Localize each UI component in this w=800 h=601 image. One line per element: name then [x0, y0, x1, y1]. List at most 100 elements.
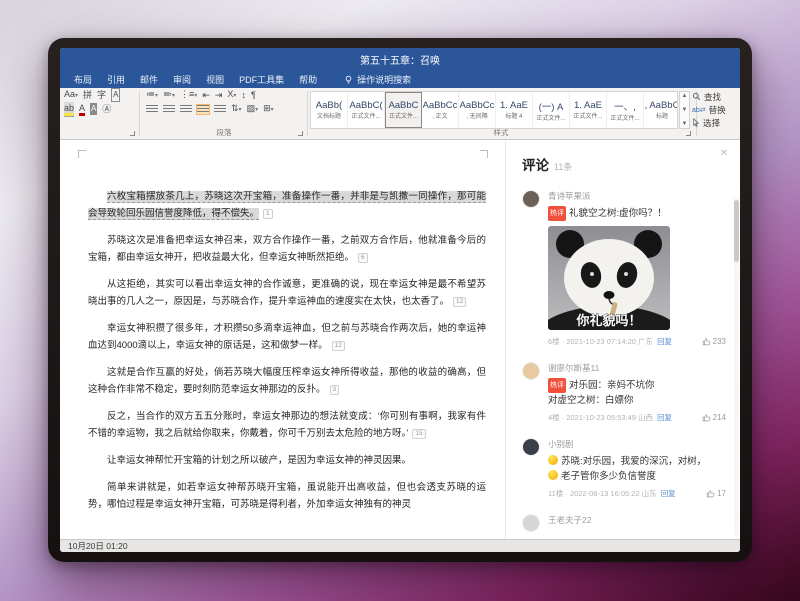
tell-me-search[interactable]: 操作说明搜索	[344, 73, 411, 86]
avatar[interactable]	[522, 190, 540, 208]
bullets-button[interactable]: ≔▾	[146, 88, 158, 102]
taskbar-datetime: 10月20日 01:20	[68, 540, 128, 552]
page-corner-mark	[78, 150, 86, 158]
replace-button[interactable]: ab⇄ 替换	[692, 103, 738, 116]
comment-item: 谢廖尔斯基11热评对乐园：亲妈不坑你对虚空之树：白嫖你4楼 · 2021-10-…	[522, 362, 726, 423]
comment-body: 小别剧苏晓:对乐园，我爱的深沉，对树，老子管你多少负信誉度11楼 · 2022-…	[548, 438, 726, 499]
paragraph-group-label: 段落	[142, 127, 306, 138]
ribbon-tab-视图[interactable]: 视图	[206, 73, 224, 86]
style-sample: AaBbC	[388, 100, 418, 111]
style-gallery-item[interactable]: 1. AaE标题 4	[496, 92, 533, 128]
paragraph-comment-count-badge[interactable]: 12	[332, 341, 345, 351]
find-label: 查找	[704, 91, 721, 103]
gallery-scroll-up-icon[interactable]: ▲	[682, 93, 688, 99]
find-button[interactable]: 查找	[692, 90, 738, 103]
reply-link[interactable]: 回复	[657, 336, 672, 347]
style-gallery-item[interactable]: , AaBbC标题	[644, 92, 678, 128]
font-color-button[interactable]: A	[79, 102, 85, 116]
paragraph-comment-count-badge[interactable]: 6	[358, 253, 368, 263]
style-gallery-item[interactable]: 一、,正式文件...	[607, 92, 644, 128]
align-left-button[interactable]	[146, 105, 158, 114]
comment-username[interactable]: 王老夫子22	[548, 514, 726, 526]
comment-meta: 4楼 · 2021-10-23 05:53:49 山西回复214	[548, 412, 726, 423]
reply-link[interactable]: 回复	[657, 412, 672, 423]
paragraph-comment-count-badge[interactable]: 15	[412, 429, 425, 439]
like-button[interactable]: 17	[706, 489, 726, 498]
avatar[interactable]	[522, 362, 540, 380]
style-gallery-item[interactable]: AaBbC正式文件...	[385, 92, 422, 128]
ribbon-tab-邮件[interactable]: 邮件	[140, 73, 158, 86]
ribbon-tab-审阅[interactable]: 审阅	[173, 73, 191, 86]
paragraph-comment-count-badge[interactable]: 1	[263, 209, 273, 219]
comment-text-line: 苏晓:对乐园，我爱的深沉，对树，	[548, 454, 726, 469]
character-shading-button[interactable]: A	[90, 103, 97, 115]
avatar[interactable]	[522, 514, 540, 532]
style-name: 标题 4	[505, 111, 522, 120]
show-hide-marks-button[interactable]: ¶	[251, 89, 256, 101]
enclose-characters-button[interactable]: Ⓐ	[102, 103, 111, 115]
comment-floor-time-location: 11楼 · 2022-08-13 16:05:22 山东	[548, 488, 657, 499]
scrollbar-thumb[interactable]	[734, 200, 739, 262]
multilevel-list-button[interactable]: ⋮≡▾	[180, 88, 197, 102]
style-gallery-item[interactable]: 1. AaE正式文件...	[570, 92, 607, 128]
align-right-button[interactable]	[180, 105, 192, 114]
reply-link[interactable]: 回复	[661, 488, 676, 499]
decrease-indent-button[interactable]: ⇤	[202, 89, 210, 101]
gallery-scroll-down-icon[interactable]: ▼	[682, 107, 688, 113]
distribute-button[interactable]	[214, 105, 226, 114]
comment-username[interactable]: 小别剧	[548, 438, 726, 450]
like-button[interactable]: 214	[702, 413, 726, 422]
paragraph-comment-count-badge[interactable]: 12	[453, 297, 466, 307]
paragraph-text: 简单来讲就是，如若幸运女神帮苏晓开宝箱，虽说能开出高收益，但也会透支苏晓的运势，…	[88, 482, 486, 510]
comment-body: 谢廖尔斯基11热评对乐园：亲妈不坑你对虚空之树：白嫖你4楼 · 2021-10-…	[548, 362, 726, 423]
comment-username[interactable]: 谢廖尔斯基11	[548, 362, 726, 374]
window-titlebar: 第五十五章：召唤	[60, 48, 740, 70]
like-button[interactable]: 233	[702, 337, 726, 346]
sort-button[interactable]: ↕	[241, 89, 246, 101]
ribbon-tab-帮助[interactable]: 帮助	[299, 73, 317, 86]
style-gallery-item[interactable]: AaBbC(正式文件...	[348, 92, 385, 128]
gallery-more-icon[interactable]: ▼	[682, 121, 688, 127]
styles-dialog-launcher[interactable]	[686, 131, 691, 136]
asian-layout-button[interactable]: X▾	[227, 88, 236, 102]
borders-button[interactable]: ⊞▾	[263, 102, 274, 116]
ribbon-divider	[139, 91, 140, 136]
close-icon[interactable]: ✕	[717, 147, 731, 161]
phonetic-guide-button[interactable]: 拼	[83, 89, 92, 101]
line-spacing-button[interactable]: ⇅▾	[231, 102, 242, 116]
comment-item: 王老夫子22	[522, 514, 726, 532]
paragraph-dialog-launcher[interactable]	[298, 131, 303, 136]
document-paragraph: 从这拒绝，其实可以看出幸运女神的合作诚意，更准确的说，现在幸运女神是最不希望苏晓…	[88, 276, 486, 310]
align-center-button[interactable]	[163, 105, 175, 114]
styles-gallery-scroll: ▲ ▼ ▼	[679, 91, 690, 129]
increase-indent-button[interactable]: ⇥	[215, 89, 223, 101]
system-taskbar: 10月20日 01:20	[60, 539, 740, 552]
change-case-button[interactable]: Aa▾	[64, 88, 78, 102]
comment-image[interactable]: 你礼貌吗！	[548, 226, 670, 330]
numbering-button[interactable]: ≕▾	[163, 88, 175, 102]
paragraph-comment-count-badge[interactable]: 3	[330, 385, 340, 395]
style-gallery-item[interactable]: AaBb(文档标题	[311, 92, 348, 128]
style-gallery-item[interactable]: AaBbCcD(, 正文	[422, 92, 459, 128]
char-scale-button[interactable]: 字	[97, 89, 106, 101]
replace-label: 替换	[709, 104, 726, 116]
style-gallery-item[interactable]: AaBbCcD(, 无间隔	[459, 92, 496, 128]
character-border-button[interactable]: A	[111, 88, 120, 102]
style-name: , 正文	[432, 111, 447, 120]
comments-scrollbar[interactable]	[734, 198, 739, 535]
style-gallery-item[interactable]: (一) A正式文件...	[533, 92, 570, 128]
ribbon-tab-bar: 布局 引用 邮件 审阅 视图 PDF工具集 帮助 操作说明搜索	[60, 70, 740, 88]
ribbon-tab-PDF工具集[interactable]: PDF工具集	[239, 73, 284, 86]
document-area[interactable]: 六枚宝箱摆放茶几上，苏晓这次开宝箱，准备操作一番，并非是与凯撒一同操作，那可能会…	[60, 140, 505, 539]
avatar[interactable]	[522, 438, 540, 456]
comment-username[interactable]: 青诗苹果派	[548, 190, 726, 202]
justify-button[interactable]	[197, 105, 209, 114]
ribbon-tab-引用[interactable]: 引用	[107, 73, 125, 86]
shading-button[interactable]: ▨▾	[247, 102, 259, 116]
text-highlight-button[interactable]: ab	[64, 102, 74, 117]
font-dialog-launcher[interactable]	[130, 131, 135, 136]
select-button[interactable]: 选择	[692, 116, 738, 129]
document-paragraph: 苏晓这次是准备把幸运女神召来，双方合作操作一番，之前双方合作后，他就准备今后的宝…	[88, 232, 486, 266]
ribbon-tab-布局[interactable]: 布局	[74, 73, 92, 86]
ribbon-tabs: 布局 引用 邮件 审阅 视图 PDF工具集 帮助	[74, 73, 317, 86]
